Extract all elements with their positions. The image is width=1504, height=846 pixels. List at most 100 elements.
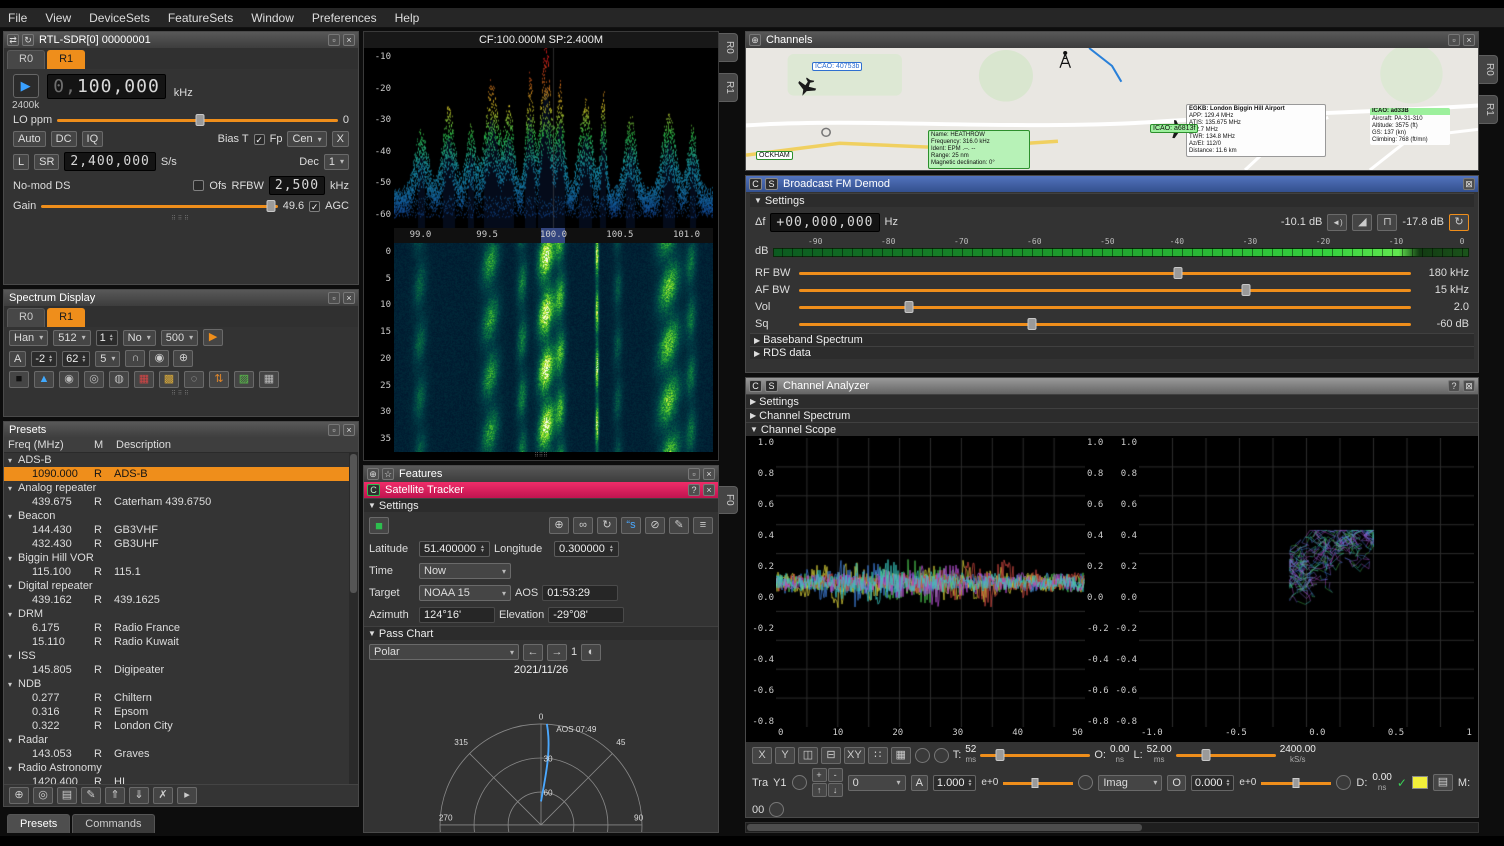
dc-button[interactable]: DC — [51, 131, 77, 147]
polar-points-icon[interactable]: ∷ — [868, 747, 888, 764]
preset-item[interactable]: 1420.400RHI — [4, 775, 358, 784]
tracker-settings-header[interactable]: ▼ Settings — [364, 498, 718, 512]
fc-position-select[interactable]: Cen▾ — [287, 131, 326, 147]
change-device-icon[interactable]: ↻ — [22, 34, 34, 46]
offset-slider[interactable] — [1261, 778, 1331, 788]
undock-icon[interactable]: ▫ — [1448, 34, 1460, 46]
amp-spinner[interactable]: 1.000▲▼ — [933, 775, 976, 791]
channel-scope-header[interactable]: ▼ Channel Scope — [746, 422, 1478, 436]
chart-mode-select[interactable]: Polar▾ — [369, 644, 519, 660]
preset-item[interactable]: 0.322RLondon City — [4, 719, 358, 733]
plus-icon[interactable]: + — [812, 768, 827, 782]
minus-icon[interactable]: - — [828, 768, 843, 782]
channel-c-badge[interactable]: C — [749, 380, 762, 392]
new-preset-icon[interactable]: ⊕ — [9, 787, 29, 804]
rfbw-display[interactable]: 2,500 — [269, 176, 325, 195]
scrollbar-handle[interactable] — [350, 454, 357, 593]
help-icon[interactable]: ? — [688, 484, 700, 496]
import-preset-icon[interactable]: ⇓ — [129, 787, 149, 804]
close-icon[interactable]: × — [343, 424, 355, 436]
xy-display-button[interactable]: XY — [844, 747, 865, 764]
map-disable-icon[interactable]: ⊘ — [645, 517, 665, 534]
audio-mute-icon[interactable]: ◄) — [1327, 214, 1347, 231]
preset-item[interactable]: 15.110RRadio Kuwait — [4, 635, 358, 649]
tab-r0[interactable]: R0 — [7, 308, 45, 327]
fft-size-select[interactable]: 512▾ — [53, 330, 90, 346]
start-stop-button[interactable]: ▶ — [13, 74, 39, 98]
audio-stereo-icon[interactable]: ⊓ — [1377, 214, 1397, 231]
histogram-icon[interactable]: ▦ — [134, 371, 154, 388]
preset-item[interactable]: 0.277RChiltern — [4, 691, 358, 705]
autoscale-button[interactable]: A — [9, 351, 26, 367]
column-description[interactable]: Description — [116, 439, 354, 451]
resize-grip[interactable]: ⠿⠿⠿ — [364, 452, 718, 460]
add-channel-icon[interactable]: ⊕ — [749, 34, 761, 46]
channel-s-badge[interactable]: S — [765, 380, 778, 392]
adsb-map[interactable]: ICAO: 40753b OCKHAM Name: HEATHROWFreque… — [746, 48, 1478, 170]
decimation-select[interactable]: 1▾ — [324, 154, 349, 170]
trace-select[interactable]: 0▾ — [848, 775, 906, 791]
menu-item-file[interactable]: File — [8, 11, 27, 25]
dark-theme-icon[interactable]: ◐ — [581, 644, 601, 661]
preset-group[interactable]: ▾Analog repeater — [4, 481, 358, 495]
averaging-mode-select[interactable]: No▾ — [123, 330, 156, 346]
deemphasis-icon[interactable]: ◢ — [1352, 214, 1372, 231]
preset-group[interactable]: ▾Digital repeater — [4, 579, 358, 593]
center-frequency-display[interactable]: 0,100,000 — [47, 74, 166, 99]
current-icon[interactable]: ◍ — [109, 371, 129, 388]
edit-preset-icon[interactable]: ✎ — [81, 787, 101, 804]
horiz-split-icon[interactable]: ⊟ — [821, 747, 841, 764]
down-icon[interactable]: ↓ — [828, 783, 843, 797]
ndb-symbol-icon[interactable] — [822, 128, 830, 136]
trace-color-indicator[interactable] — [792, 775, 807, 790]
waterfall-palette-icon[interactable]: ▩ — [159, 371, 179, 388]
channel-c-badge[interactable]: C — [749, 178, 762, 190]
fm-settings-header[interactable]: ▼ Settings — [750, 193, 1474, 207]
target-select[interactable]: NOAA 15▾ — [419, 585, 511, 601]
column-mode[interactable]: M — [94, 439, 116, 451]
close-icon[interactable]: × — [1463, 34, 1475, 46]
averaging-spinner[interactable]: 1▲▼ — [96, 330, 118, 346]
delete-preset-icon[interactable]: ✗ — [153, 787, 173, 804]
transverter-button[interactable]: X — [332, 131, 349, 147]
channel-s-badge[interactable]: S — [765, 178, 778, 190]
preset-item[interactable]: 115.100R115.1 — [4, 565, 358, 579]
autotarget-icon[interactable]: ⊕ — [549, 517, 569, 534]
bottom-tab-commands[interactable]: Commands — [72, 814, 154, 833]
preset-group[interactable]: ▾NDB — [4, 677, 358, 691]
spectrum-style-icon[interactable]: ▲ — [34, 371, 54, 388]
save-preset-icon[interactable]: ▤ — [57, 787, 77, 804]
device-settings-icon[interactable]: ≡ — [693, 517, 713, 534]
grid-icon[interactable]: ▦ — [259, 371, 279, 388]
slider-control[interactable] — [799, 284, 1411, 296]
projection-select[interactable]: Imag▾ — [1098, 775, 1162, 791]
memory-indicator[interactable] — [769, 802, 784, 817]
amp-reset-button[interactable] — [1078, 775, 1093, 790]
calibration-icon[interactable]: ◉ — [149, 350, 169, 367]
audio-loop-icon[interactable]: ↻ — [1449, 214, 1469, 231]
spectrum-side-tab-r0[interactable]: R0 — [719, 33, 738, 62]
pass-chart-header[interactable]: ▼ Pass Chart — [364, 626, 718, 640]
ndb-info-box[interactable]: Name: HEATHROWFrequency: 316.0 kHzIdent:… — [928, 130, 1030, 169]
start-tracker-button[interactable]: ■ — [369, 517, 389, 534]
preset-item[interactable]: 439.675RCaterham 439.6750 — [4, 495, 358, 509]
undock-icon[interactable]: ▫ — [688, 468, 700, 480]
menu-item-featuresets[interactable]: FeatureSets — [168, 11, 233, 25]
sample-rate-display[interactable]: 2,400,000 — [64, 152, 155, 171]
channels-side-tab-r1[interactable]: R1 — [1479, 95, 1498, 124]
add-feature-icon[interactable]: ⊕ — [367, 468, 379, 480]
channel-frequency-display[interactable]: +00,000,000 — [770, 213, 879, 232]
lo-ppm-slider[interactable] — [57, 114, 338, 126]
gradient-icon[interactable]: ◉ — [59, 371, 79, 388]
save-trace-icon[interactable]: ▤ — [1433, 774, 1453, 791]
undock-icon[interactable]: ▫ — [328, 424, 340, 436]
ockham-tag[interactable]: OCKHAM — [756, 151, 793, 160]
max-hold-icon[interactable]: ◎ — [84, 371, 104, 388]
menu-item-view[interactable]: View — [45, 11, 71, 25]
preset-group[interactable]: ▾Radio Astronomy — [4, 761, 358, 775]
sr-toggle-button[interactable]: SR — [34, 154, 59, 170]
section-rds-data[interactable]: ▶RDS data — [750, 346, 1474, 359]
preset-group[interactable]: ▾DRM — [4, 607, 358, 621]
link-icon[interactable]: ∞ — [573, 517, 593, 534]
preset-item[interactable]: 145.805RDigipeater — [4, 663, 358, 677]
